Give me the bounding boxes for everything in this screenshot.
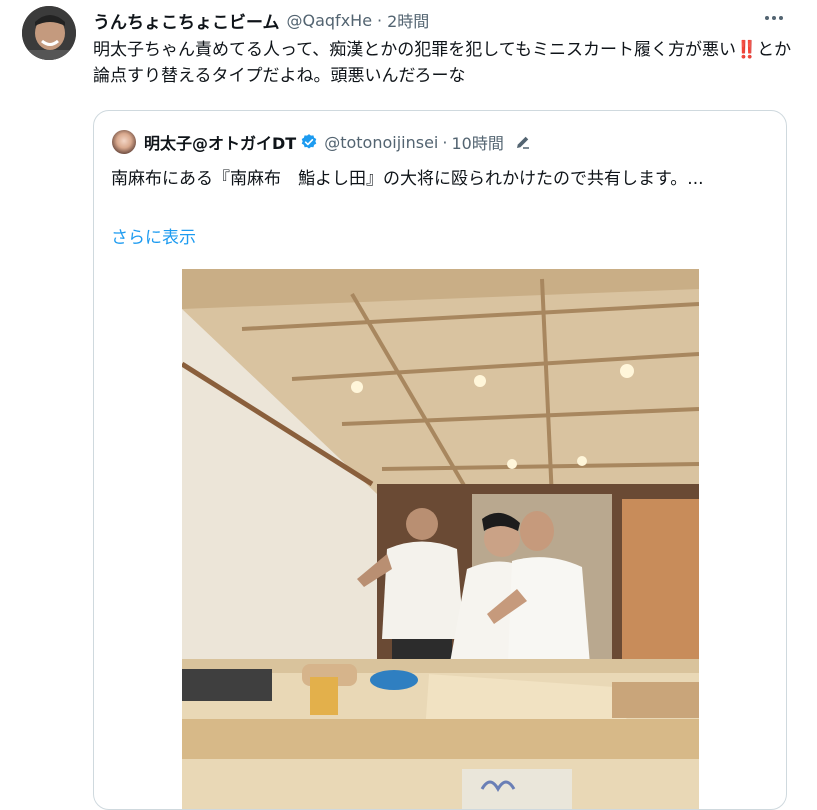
quoted-timestamp[interactable]: 10時間 bbox=[451, 130, 503, 154]
quoted-tweet[interactable]: 明太子@オトガイDT @totonoijinsei · 10時間 南麻布にある『… bbox=[93, 110, 787, 810]
tweet-text-part1: 明太子ちゃん責めてる人って、痴漢とかの犯罪を犯してもミニスカート履く方が悪い bbox=[93, 40, 736, 60]
display-name[interactable]: うんちょこちょこビーム bbox=[93, 8, 280, 33]
attached-photo[interactable] bbox=[182, 269, 699, 809]
quoted-display-name[interactable]: 明太子@オトガイDT bbox=[144, 130, 296, 154]
tweet-header: うんちょこちょこビーム @QaqfxHe · 2時間 bbox=[93, 8, 429, 33]
quoted-handle[interactable]: @totonoijinsei bbox=[324, 133, 438, 152]
tweet-text: 明太子ちゃん責めてる人って、痴漢とかの犯罪を犯してもミニスカート履く方が悪い‼️… bbox=[93, 37, 793, 89]
quoted-separator-dot: · bbox=[442, 132, 448, 152]
quoted-header: 明太子@オトガイDT @totonoijinsei · 10時間 bbox=[144, 130, 532, 154]
quoted-avatar[interactable] bbox=[112, 130, 136, 154]
tweet[interactable]: うんちょこちょこビーム @QaqfxHe · 2時間 明太子ちゃん責めてる人って… bbox=[0, 0, 817, 810]
show-more-link[interactable]: さらに表示 bbox=[111, 223, 196, 248]
timestamp[interactable]: 2時間 bbox=[387, 8, 429, 32]
edited-pencil-icon[interactable] bbox=[514, 133, 532, 151]
quoted-text: 南麻布にある『南麻布 鮨よし田』の大将に殴られかけたので共有します。... bbox=[111, 169, 704, 189]
avatar[interactable] bbox=[22, 6, 76, 60]
more-horizontal-icon[interactable] bbox=[762, 8, 786, 28]
user-handle[interactable]: @QaqfxHe bbox=[287, 11, 373, 30]
verified-badge-icon bbox=[301, 134, 317, 149]
double-exclamation-emoji: ‼️ bbox=[735, 40, 758, 60]
separator-dot: · bbox=[377, 10, 383, 30]
